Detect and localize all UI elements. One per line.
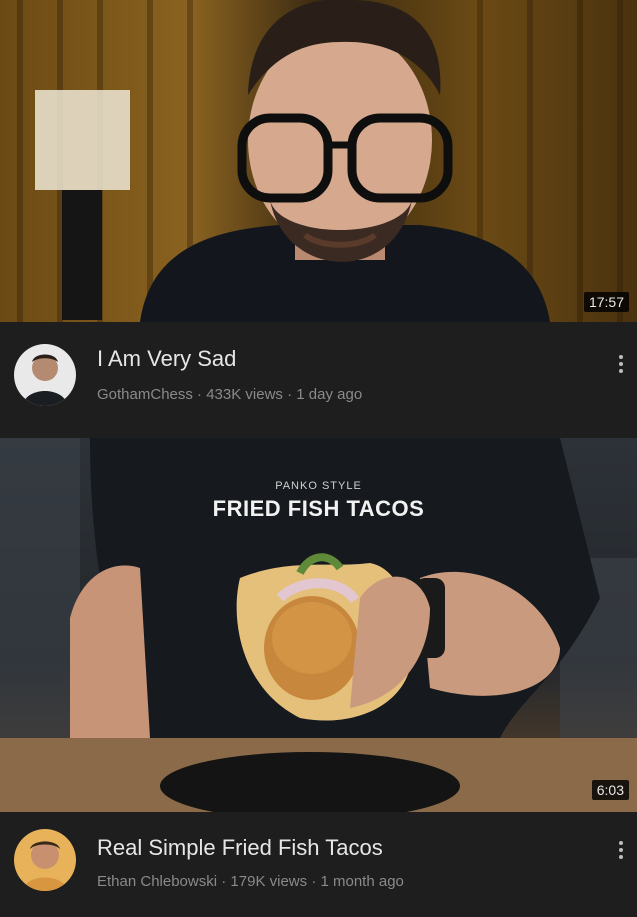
channel-avatar[interactable]: [14, 829, 76, 891]
video-info-row-2[interactable]: Real Simple Fried Fish Tacos Ethan Chleb…: [0, 812, 637, 917]
video-info-row-1[interactable]: I Am Very Sad GothamChess · 433K views ·…: [0, 322, 637, 438]
upload-age: 1 month ago: [320, 873, 404, 890]
channel-name[interactable]: Ethan Chlebowski: [97, 873, 217, 890]
video-duration-badge: 6:03: [591, 780, 629, 800]
video-duration-badge: 17:57: [583, 292, 629, 312]
thumbnail-overlay-title: FRIED FISH TACOS: [212, 496, 425, 521]
video-metadata: GothamChess · 433K views · 1 day ago: [97, 386, 362, 403]
avatar-person-icon: [22, 841, 68, 891]
upload-age: 1 day ago: [296, 386, 363, 403]
meta-separator: ·: [311, 873, 317, 890]
avatar-person-icon: [22, 354, 68, 406]
video-thumbnail-2[interactable]: PANKO STYLE FRIED FISH TACOS 6:03: [0, 438, 637, 812]
view-count: 179K views: [230, 873, 308, 890]
video-title[interactable]: I Am Very Sad: [97, 346, 236, 372]
meta-separator: ·: [197, 386, 203, 403]
channel-name[interactable]: GothamChess: [97, 386, 193, 403]
meta-separator: ·: [287, 386, 293, 403]
video-thumbnail-1[interactable]: 17:57: [0, 0, 637, 322]
video-metadata: Ethan Chlebowski · 179K views · 1 month …: [97, 873, 404, 890]
thumbnail-image-tacos: [0, 438, 637, 812]
more-options-icon[interactable]: [619, 838, 625, 862]
thumbnail-overlay-subtitle: PANKO STYLE: [275, 480, 362, 492]
more-options-icon[interactable]: [619, 352, 625, 376]
thumbnail-image-person: [17, 0, 623, 322]
view-count: 433K views: [206, 386, 283, 403]
meta-separator: ·: [221, 873, 227, 890]
video-title[interactable]: Real Simple Fried Fish Tacos: [97, 835, 383, 861]
channel-avatar[interactable]: [14, 344, 76, 406]
